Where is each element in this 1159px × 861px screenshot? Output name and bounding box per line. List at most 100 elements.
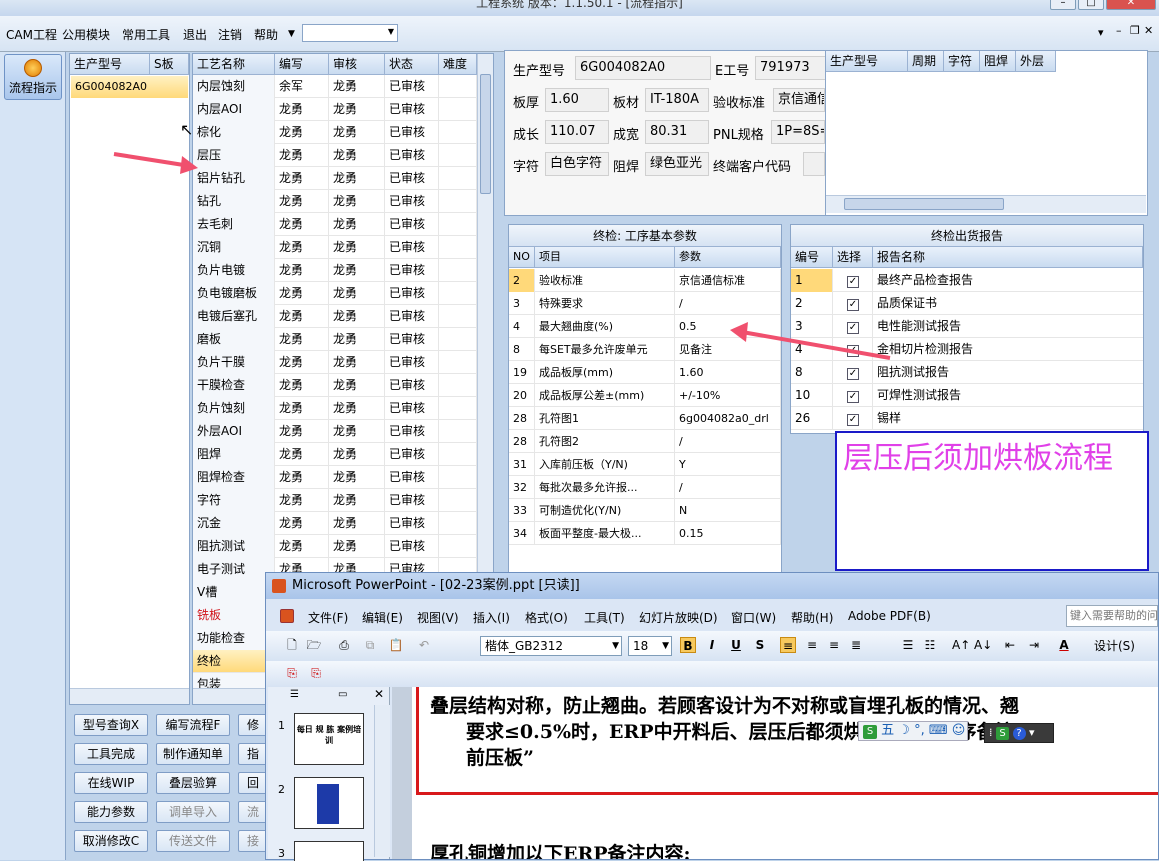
copy-icon[interactable]: ⧉ [362,637,378,653]
pdf-convert-icon[interactable]: ⎘ [308,665,324,681]
process-row[interactable]: 沉金 龙勇 龙勇 已审核 [193,512,477,535]
guide-button[interactable]: 指 [238,743,268,765]
mini-hscrollbar[interactable] [826,195,1146,213]
params-row[interactable]: 28 孔符图1 6g004082a0_drl [509,407,781,430]
menu-common-module[interactable]: 公用模块 [62,26,110,43]
pnl-value[interactable]: 1P=8S= [771,120,825,144]
thickness-value[interactable]: 1.60 [545,88,609,112]
online-wip-button[interactable]: 在线WIP [74,772,148,794]
model-list-item[interactable]: 6G004082A0 [71,76,188,98]
menu-common-tools[interactable]: 常用工具 [122,26,170,43]
modify-button[interactable]: 修 [238,714,268,736]
report-checkbox[interactable]: ✓ [847,299,859,311]
report-row[interactable]: 10 ✓ 可焊性测试报告 [791,384,1143,407]
process-col-header[interactable]: 审核 [329,54,385,75]
s-board-col-header[interactable]: S板 [150,54,189,75]
report-row[interactable]: 1 ✓ 最终产品检查报告 [791,269,1143,292]
pdf-icon[interactable]: ⎘ [284,665,300,681]
model-value[interactable]: 6G004082A0 [575,56,711,80]
increase-indent-icon[interactable]: ⇥ [1026,637,1042,653]
stackup-check-button[interactable]: 叠层验算 [156,772,230,794]
decrease-indent-icon[interactable]: ⇤ [1002,637,1018,653]
report-checkbox[interactable]: ✓ [847,414,859,426]
pane-close-icon[interactable]: ✕ [374,687,384,701]
process-row[interactable]: 磨板 龙勇 龙勇 已审核 [193,328,477,351]
import-order-button[interactable]: 调单导入 [156,801,230,823]
process-row[interactable]: 内层AOI 龙勇 龙勇 已审核 [193,98,477,121]
process-row[interactable]: 负片蚀刻 龙勇 龙勇 已审核 [193,397,477,420]
params-row[interactable]: 34 板面平整度-最大极... 0.15 [509,522,781,545]
align-center-icon[interactable]: ≡ [804,637,820,653]
menu-logout[interactable]: 注销 [218,26,242,43]
slide-thumbnail-1[interactable]: 每日 规 胨 案例培训 [294,713,364,765]
params-col-header[interactable]: 参数 [675,247,781,268]
process-col-header[interactable]: 编写 [275,54,329,75]
ppt-menu-insert[interactable]: 插入(I) [473,609,510,626]
process-row[interactable]: 负电镀磨板 龙勇 龙勇 已审核 [193,282,477,305]
flow-button[interactable]: 流 [238,801,268,823]
model-query-button[interactable]: 型号查询X [74,714,148,736]
new-icon[interactable]: 🗋 [284,637,300,653]
undo-icon[interactable]: ↶ [416,637,432,653]
slides-vscrollbar[interactable] [374,705,390,857]
params-col-header[interactable]: NO [509,247,535,268]
menu-exit[interactable]: 退出 [183,26,207,43]
process-row[interactable]: 内层蚀刻 余军 龙勇 已审核 [193,75,477,98]
ppt-menu-format[interactable]: 格式(O) [525,609,568,626]
params-row[interactable]: 28 孔符图2/ [509,430,781,453]
customer-code-value[interactable] [803,152,825,176]
increase-font-icon[interactable]: A↑ [952,637,970,653]
slide-thumbnail-2[interactable] [294,777,364,829]
ppt-menu-slideshow[interactable]: 幻灯片放映(D) [639,609,718,626]
tool-complete-button[interactable]: 工具完成 [74,743,148,765]
process-row[interactable]: 沉铜 龙勇 龙勇 已审核 [193,236,477,259]
align-left-icon[interactable]: ≡ [780,637,796,653]
font-color-icon[interactable]: A [1056,637,1072,653]
mini-col-mask[interactable]: 阻焊 [980,51,1016,72]
print-icon[interactable]: ⎙ [336,637,352,653]
ime-mini-bar[interactable]: ⁞ S ? ▾ [984,723,1054,743]
ime-toolbar[interactable]: S 五 ☽ °, ⌨ ☺ [858,721,968,741]
mini-col-outer[interactable]: 外层 [1016,51,1056,72]
bullet-list-icon[interactable]: ☷ [922,637,938,653]
numbered-list-icon[interactable]: ☰ [900,637,916,653]
ppt-menu-window[interactable]: 窗口(W) [731,609,776,626]
process-row[interactable]: 铝片钻孔 龙勇 龙勇 已审核 [193,167,477,190]
decrease-font-icon[interactable]: A↓ [974,637,992,653]
process-row[interactable]: 负片干膜 龙勇 龙勇 已审核 [193,351,477,374]
open-icon[interactable]: 🗁 [306,637,322,653]
outline-tab-icon[interactable]: ☰ [290,689,299,700]
process-row[interactable]: 电镀后塞孔 龙勇 龙勇 已审核 [193,305,477,328]
italic-icon[interactable]: I [704,637,720,653]
mini-col-model[interactable]: 生产型号 [826,51,908,72]
paste-icon[interactable]: 📋 [388,637,404,653]
report-row[interactable]: 26 ✓ 锡样 [791,407,1143,430]
length-value[interactable]: 110.07 [545,120,609,144]
ppt-menu-edit[interactable]: 编辑(E) [362,609,403,626]
char-value[interactable]: 白色字符 [545,152,609,176]
params-row[interactable]: 33 可制造优化(Y/N) N [509,499,781,522]
width-value[interactable]: 80.31 [645,120,709,144]
menu-help[interactable]: 帮助 [254,26,278,43]
report-checkbox[interactable]: ✓ [847,276,859,288]
process-row[interactable]: 棕化 龙勇 龙勇 已审核 [193,121,477,144]
mdi-restore-icon[interactable]: ❐ [1130,24,1140,37]
params-row[interactable]: 31 入库前压板（Y/N) Y [509,453,781,476]
ppt-size-select[interactable]: 18 ▼ [628,636,672,656]
flow-indicator-button[interactable]: 流程指示 [4,54,62,100]
ppt-doc-icon[interactable] [280,609,294,623]
scroll-thumb[interactable] [844,198,1004,210]
params-col-header[interactable]: 项目 [535,247,675,268]
help-dropdown-icon[interactable]: ▼ [288,29,295,39]
mdi-close-icon[interactable]: ✕ [1144,24,1153,37]
process-row[interactable]: 干膜检查 龙勇 龙勇 已审核 [193,374,477,397]
ppt-menu-tools[interactable]: 工具(T) [584,609,625,626]
receive-button[interactable]: 接 [238,830,268,852]
process-row[interactable]: 外层AOI 龙勇 龙勇 已审核 [193,420,477,443]
scroll-thumb[interactable] [480,74,491,194]
menu-cam[interactable]: CAM工程 [6,26,57,43]
process-col-header[interactable]: 难度 [439,54,477,75]
process-col-header[interactable]: 状态 [385,54,439,75]
reports-col-header[interactable]: 报告名称 [873,247,1143,268]
toolbar-combo[interactable]: ▼ [302,24,398,42]
